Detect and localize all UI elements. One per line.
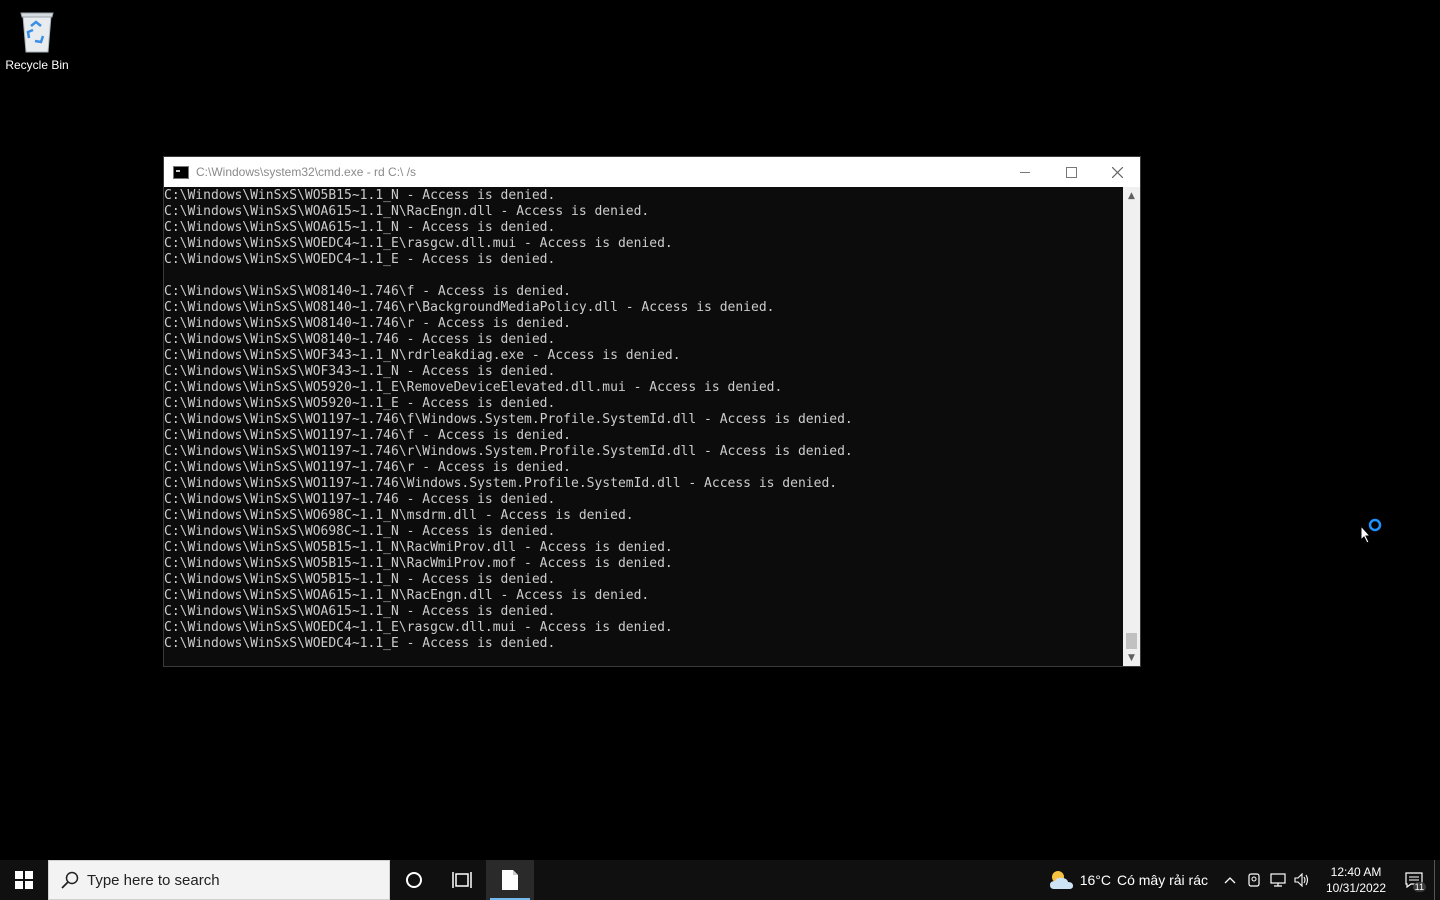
console-line: C:\Windows\WinSxS\WO8140~1.746 - Access … [164, 332, 556, 347]
window-titlebar[interactable]: C:\Windows\system32\cmd.exe - rd C:\ /s [164, 157, 1140, 187]
close-button[interactable] [1094, 157, 1140, 187]
maximize-button[interactable] [1048, 157, 1094, 187]
busy-cursor-icon [1360, 518, 1382, 544]
console-line: C:\Windows\WinSxS\WOEDC4~1.1_E\rasgcw.dl… [164, 236, 673, 251]
console-line: C:\Windows\WinSxS\WOA615~1.1_N - Access … [164, 220, 556, 235]
console-line: C:\Windows\WinSxS\WOF343~1.1_N\rdrleakdi… [164, 348, 681, 363]
console-line: C:\Windows\WinSxS\WOEDC4~1.1_E - Access … [164, 636, 556, 651]
system-tray: 16°C Có mây rải rác 12:40 AM 10/31/2022 … [1048, 860, 1440, 900]
console-line: C:\Windows\WinSxS\WO1197~1.746\r\Windows… [164, 444, 853, 459]
window-title: C:\Windows\system32\cmd.exe - rd C:\ /s [196, 165, 417, 179]
console-line: C:\Windows\WinSxS\WOEDC4~1.1_E\rasgcw.dl… [164, 620, 673, 635]
show-desktop-button[interactable] [1434, 860, 1440, 900]
maximize-icon [1065, 166, 1077, 178]
desktop-icon-recycle-bin[interactable]: Recycle Bin [4, 6, 70, 72]
close-icon [1111, 166, 1123, 178]
partly-cloudy-icon [1049, 871, 1073, 889]
network-button[interactable] [1266, 860, 1290, 900]
taskbar-search-box[interactable]: Type here to search [48, 860, 390, 900]
console-line: C:\Windows\WinSxS\WO5920~1.1_E\RemoveDev… [164, 380, 783, 395]
scroll-up-icon[interactable]: ▲ [1123, 187, 1140, 204]
show-hidden-icons-button[interactable] [1218, 860, 1242, 900]
taskbar-app-cmd[interactable] [486, 860, 534, 900]
minimize-icon [1020, 171, 1030, 173]
console-line: C:\Windows\WinSxS\WOEDC4~1.1_E - Access … [164, 252, 556, 267]
console-line: C:\Windows\WinSxS\WOA615~1.1_N - Access … [164, 604, 556, 619]
console-line: C:\Windows\WinSxS\WO5B15~1.1_N\RacWmiPro… [164, 556, 673, 571]
speaker-icon [1294, 873, 1309, 887]
clock-time: 12:40 AM [1330, 865, 1382, 879]
action-center-button[interactable]: 11 [1394, 860, 1434, 900]
task-view-icon [452, 872, 472, 888]
cortana-circle-icon [406, 872, 422, 888]
network-icon [1270, 873, 1286, 887]
console-line: C:\Windows\WinSxS\WO1197~1.746\r - Acces… [164, 460, 571, 475]
console-line: C:\Windows\WinSxS\WO8140~1.746\r - Acces… [164, 316, 571, 331]
vertical-scrollbar[interactable]: ▲ ▼ [1123, 187, 1140, 666]
console-line: C:\Windows\WinSxS\WOF343~1.1_N - Access … [164, 364, 556, 379]
console-line: C:\Windows\WinSxS\WO8140~1.746\r\Backgro… [164, 300, 775, 315]
console-line: C:\Windows\WinSxS\WO8140~1.746\f - Acces… [164, 284, 571, 299]
taskbar: Type here to search 16°C Có mây rải rác [0, 860, 1440, 900]
scroll-down-icon[interactable]: ▼ [1123, 649, 1140, 666]
chevron-up-icon [1224, 877, 1236, 884]
scrollbar-thumb[interactable] [1126, 633, 1137, 649]
windows-logo-icon [15, 871, 33, 889]
console-line: C:\Windows\WinSxS\WO1197~1.746\f\Windows… [164, 412, 853, 427]
volume-button[interactable] [1290, 860, 1314, 900]
console-line: C:\Windows\WinSxS\WO5B15~1.1_N\RacWmiPro… [164, 540, 673, 555]
taskbar-clock[interactable]: 12:40 AM 10/31/2022 [1318, 864, 1394, 896]
search-placeholder: Type here to search [87, 871, 220, 889]
console-line: C:\Windows\WinSxS\WO5920~1.1_E - Access … [164, 396, 556, 411]
cmd-app-icon [173, 165, 189, 179]
recycle-bin-icon [20, 12, 54, 53]
task-view-button[interactable] [438, 860, 486, 900]
meet-now-button[interactable] [1242, 860, 1266, 900]
weather-widget[interactable]: 16°C Có mây rải rác [1048, 869, 1208, 891]
cortana-button[interactable] [390, 860, 438, 900]
recycle-bin-label: Recycle Bin [5, 58, 69, 72]
search-icon [61, 871, 79, 889]
weather-temperature: 16°C [1079, 872, 1111, 888]
console-line: C:\Windows\WinSxS\WO1197~1.746\f - Acces… [164, 428, 571, 443]
weather-condition: Có mây rải rác [1116, 872, 1208, 888]
console-line: C:\Windows\WinSxS\WO1197~1.746 - Access … [164, 492, 556, 507]
notification-count-badge: 11 [1412, 882, 1426, 892]
console-line: C:\Windows\WinSxS\WO698C~1.1_N\msdrm.dll… [164, 508, 634, 523]
console-line: C:\Windows\WinSxS\WOA615~1.1_N\RacEngn.d… [164, 588, 650, 603]
console-line: C:\Windows\WinSxS\WO1197~1.746\Windows.S… [164, 476, 838, 491]
start-button[interactable] [0, 860, 48, 900]
document-icon [502, 870, 518, 890]
console-line: C:\Windows\WinSxS\WO5B15~1.1_N - Access … [164, 188, 556, 203]
meet-now-icon [1248, 873, 1260, 887]
clock-date: 10/31/2022 [1325, 881, 1387, 895]
console-line: C:\Windows\WinSxS\WOA615~1.1_N\RacEngn.d… [164, 204, 650, 219]
cmd-window[interactable]: C:\Windows\system32\cmd.exe - rd C:\ /s … [163, 156, 1141, 667]
minimize-button[interactable] [1002, 157, 1048, 187]
console-line: C:\Windows\WinSxS\WO698C~1.1_N - Access … [164, 524, 556, 539]
console-output[interactable]: C:\Windows\WinSxS\WO5B15~1.1_N - Access … [164, 187, 1122, 666]
console-line: C:\Windows\WinSxS\WO5B15~1.1_N - Access … [164, 572, 556, 587]
